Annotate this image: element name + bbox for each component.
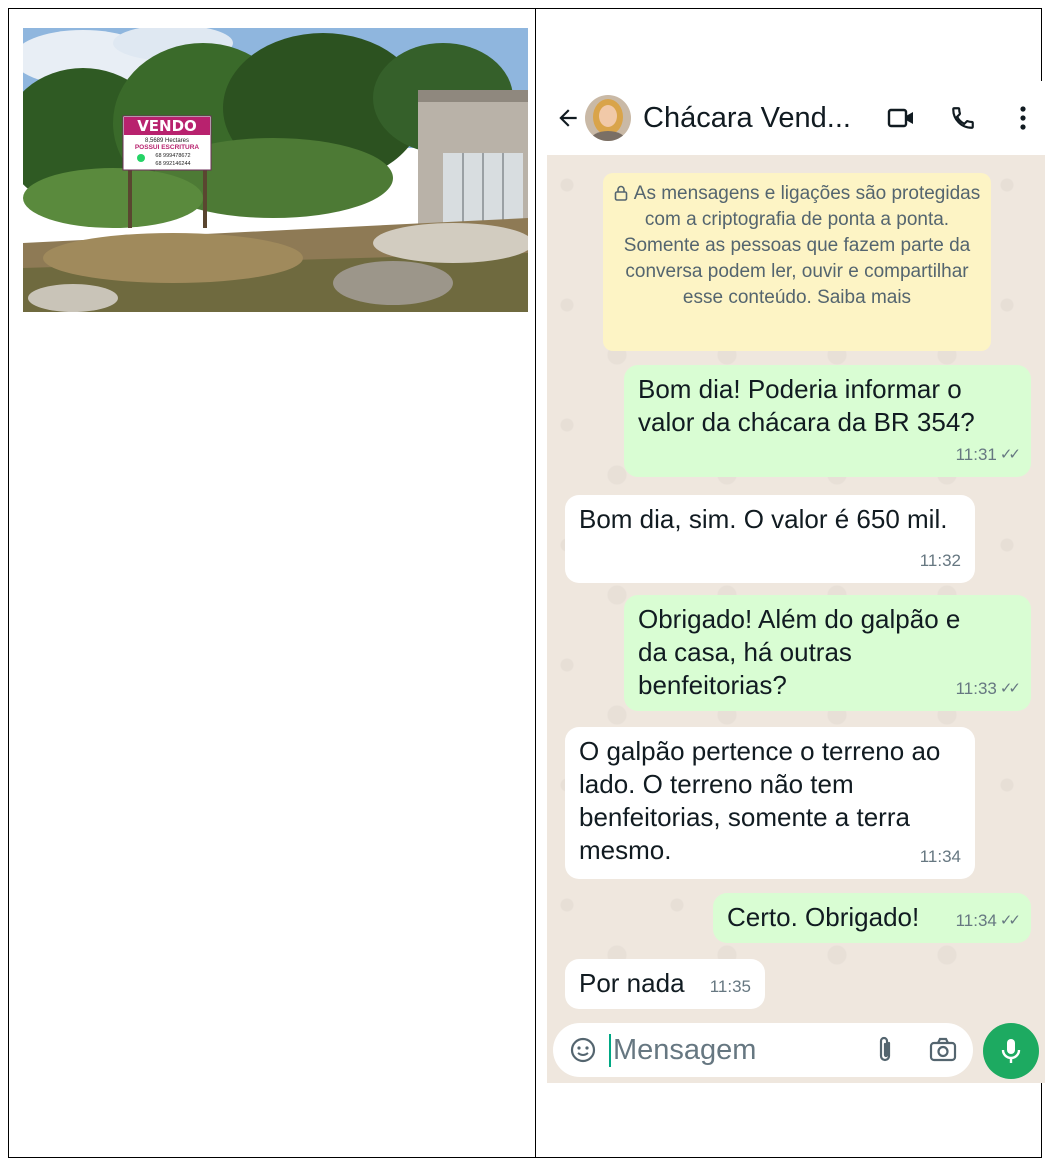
property-photo: VENDO 8,5689 Hectares POSSUI ESCRITURA 6… bbox=[23, 28, 528, 312]
sign-title: VENDO bbox=[137, 117, 197, 135]
message-text: Obrigado! Além do galpão e da casa, há o… bbox=[638, 604, 961, 700]
message-meta: 11:34 ✓✓ bbox=[955, 904, 1021, 937]
read-ticks-icon: ✓✓ bbox=[999, 680, 1021, 697]
camera-button[interactable] bbox=[923, 1030, 963, 1070]
message-text: Bom dia! Poderia informar o valor da chá… bbox=[638, 374, 975, 437]
table-cell-right: Chácara Vend... As mensagens e ligações … bbox=[536, 9, 1045, 1157]
microphone-icon bbox=[1001, 1039, 1021, 1063]
message-time: 11:35 bbox=[709, 977, 751, 996]
message-bubble-incoming[interactable]: Por nada 11:35 bbox=[565, 959, 765, 1009]
message-bubble-outgoing[interactable]: Certo. Obrigado! 11:34 ✓✓ bbox=[713, 893, 1031, 943]
table-cell-left: VENDO 8,5689 Hectares POSSUI ESCRITURA 6… bbox=[9, 9, 536, 1157]
message-time: 11:31 bbox=[955, 445, 997, 464]
message-time: 11:34 bbox=[955, 911, 997, 930]
sign-deed: POSSUI ESCRITURA bbox=[135, 144, 200, 151]
video-call-button[interactable] bbox=[881, 98, 921, 138]
more-vertical-icon bbox=[1020, 106, 1026, 130]
message-meta: 11:33 ✓✓ bbox=[955, 672, 1021, 705]
message-composer bbox=[553, 1023, 973, 1077]
message-text: O galpão pertence o terreno ao lado. O t… bbox=[579, 736, 941, 865]
attach-button[interactable] bbox=[867, 1030, 903, 1070]
encryption-notice[interactable]: As mensagens e ligações são protegidas c… bbox=[603, 173, 991, 351]
message-input[interactable] bbox=[609, 1033, 849, 1067]
more-options-button[interactable] bbox=[1003, 98, 1043, 138]
message-bubble-outgoing[interactable]: Obrigado! Além do galpão e da casa, há o… bbox=[624, 595, 1031, 711]
avatar[interactable] bbox=[585, 95, 631, 141]
message-time: 11:33 bbox=[955, 679, 997, 698]
sticker-button[interactable] bbox=[563, 1030, 603, 1070]
message-bubble-incoming[interactable]: Bom dia, sim. O valor é 650 mil. 11:32 bbox=[565, 495, 975, 583]
message-meta: 11:31 ✓✓ bbox=[955, 438, 1021, 471]
back-arrow-icon bbox=[559, 109, 577, 127]
message-meta: 11:34 bbox=[920, 840, 961, 873]
sticker-icon bbox=[570, 1037, 596, 1063]
read-ticks-icon: ✓✓ bbox=[999, 912, 1021, 929]
read-ticks-icon: ✓✓ bbox=[999, 446, 1021, 463]
video-camera-icon bbox=[887, 108, 913, 128]
chat-header: Chácara Vend... bbox=[547, 81, 1045, 155]
message-bubble-outgoing[interactable]: Bom dia! Poderia informar o valor da chá… bbox=[624, 365, 1031, 477]
message-time: 11:34 bbox=[919, 847, 961, 866]
camera-icon bbox=[929, 1037, 957, 1062]
message-time: 11:32 bbox=[919, 551, 961, 570]
message-meta: 11:32 bbox=[920, 544, 961, 577]
back-button[interactable] bbox=[551, 81, 585, 155]
message-text: Bom dia, sim. O valor é 650 mil. bbox=[579, 504, 948, 534]
whatsapp-chat-screen: Chácara Vend... As mensagens e ligações … bbox=[547, 81, 1045, 1083]
paperclip-icon bbox=[879, 1036, 891, 1062]
voice-message-button[interactable] bbox=[983, 1023, 1039, 1079]
phone-icon bbox=[952, 107, 974, 129]
sign-phone-2: 68 992146244 bbox=[155, 161, 190, 167]
message-meta: 11:35 bbox=[710, 970, 751, 1003]
message-list[interactable]: As mensagens e ligações são protegidas c… bbox=[547, 155, 1045, 1015]
voice-call-button[interactable] bbox=[943, 98, 983, 138]
lock-icon bbox=[614, 185, 628, 201]
message-bubble-incoming[interactable]: O galpão pertence o terreno ao lado. O t… bbox=[565, 727, 975, 879]
sign-phone-1: 68 999478672 bbox=[155, 153, 190, 159]
document-table: VENDO 8,5689 Hectares POSSUI ESCRITURA 6… bbox=[8, 8, 1045, 1158]
encryption-notice-text: As mensagens e ligações são protegidas c… bbox=[623, 183, 981, 308]
chat-title[interactable]: Chácara Vend... bbox=[643, 102, 863, 135]
